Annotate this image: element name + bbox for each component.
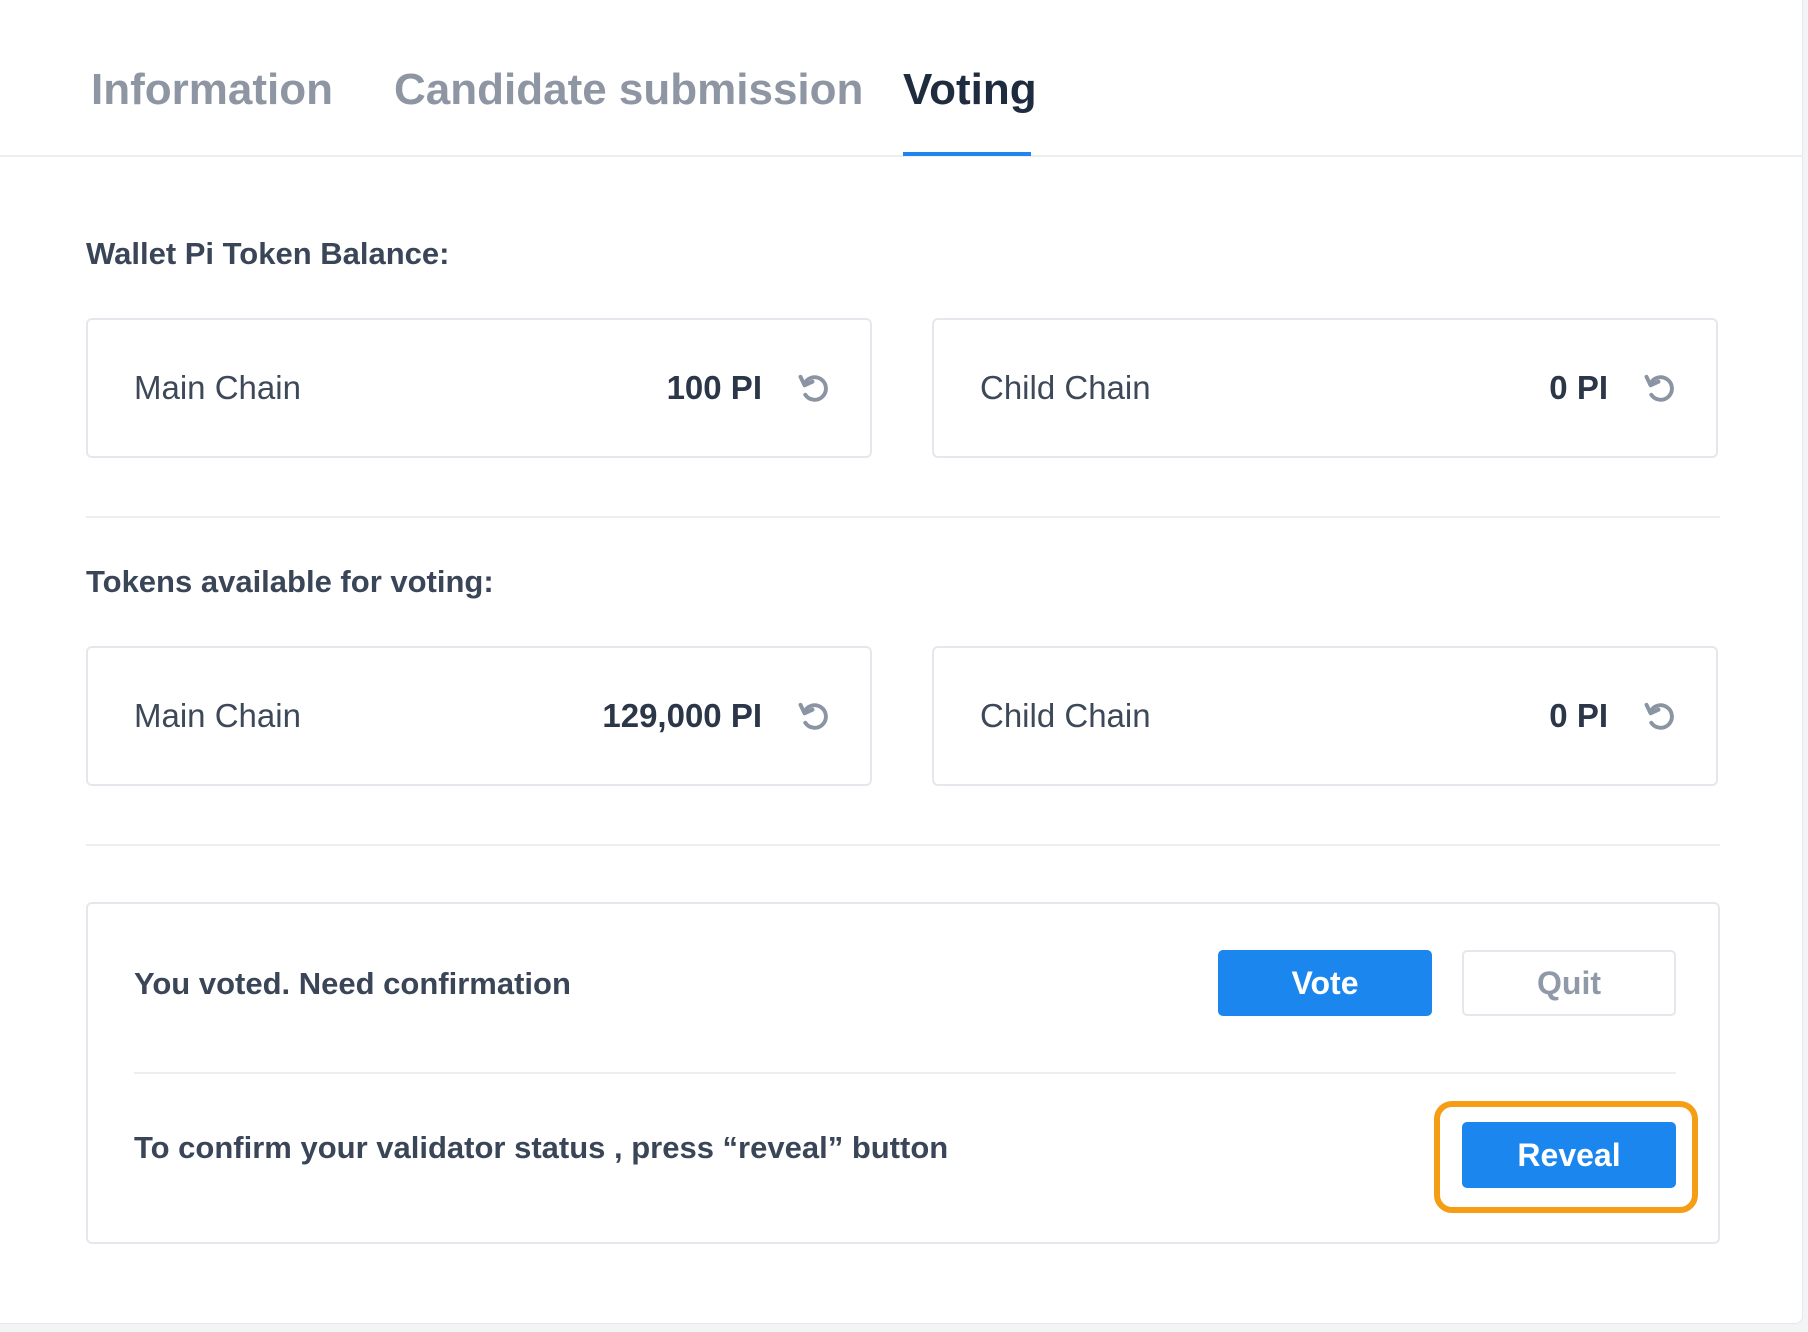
balance-value: 0 PI (1549, 369, 1608, 406)
tokens-for-voting-title: Tokens available for voting: (86, 564, 494, 599)
chain-label: Main Chain (134, 697, 301, 734)
wallet-child-chain-card: Child Chain 0 PI (932, 318, 1718, 458)
refresh-icon[interactable] (1642, 370, 1678, 406)
box-divider (134, 1072, 1676, 1074)
tab-information[interactable]: Information (91, 62, 333, 118)
refresh-icon[interactable] (796, 370, 832, 406)
balance-value: 129,000 PI (602, 697, 762, 734)
vote-confirmation-box: You voted. Need confirmation Vote Quit T… (86, 902, 1720, 1244)
chain-label: Child Chain (980, 697, 1151, 734)
section-divider (86, 844, 1720, 846)
quit-button[interactable]: Quit (1462, 950, 1676, 1016)
tab-candidate-submission[interactable]: Candidate submission (394, 62, 863, 118)
voting-main-chain-card: Main Chain 129,000 PI (86, 646, 872, 786)
section-divider (86, 516, 1720, 518)
balance-value: 100 PI (666, 369, 762, 406)
reveal-button[interactable]: Reveal (1462, 1122, 1676, 1188)
wallet-main-chain-card: Main Chain 100 PI (86, 318, 872, 458)
balance-value: 0 PI (1549, 697, 1608, 734)
vote-button[interactable]: Vote (1218, 950, 1432, 1016)
refresh-icon[interactable] (796, 698, 832, 734)
tab-voting[interactable]: Voting (903, 62, 1037, 118)
chain-label: Main Chain (134, 369, 301, 406)
tab-bar: Information Candidate submission Voting (0, 0, 1802, 157)
voting-child-chain-card: Child Chain 0 PI (932, 646, 1718, 786)
refresh-icon[interactable] (1642, 698, 1678, 734)
vote-status-message: You voted. Need confirmation (134, 966, 571, 1001)
voting-panel: Information Candidate submission Voting … (0, 0, 1803, 1324)
active-tab-indicator (903, 152, 1031, 156)
confirm-instruction: To confirm your validator status , press… (134, 1130, 949, 1165)
chain-label: Child Chain (980, 369, 1151, 406)
wallet-balance-title: Wallet Pi Token Balance: (86, 236, 450, 271)
